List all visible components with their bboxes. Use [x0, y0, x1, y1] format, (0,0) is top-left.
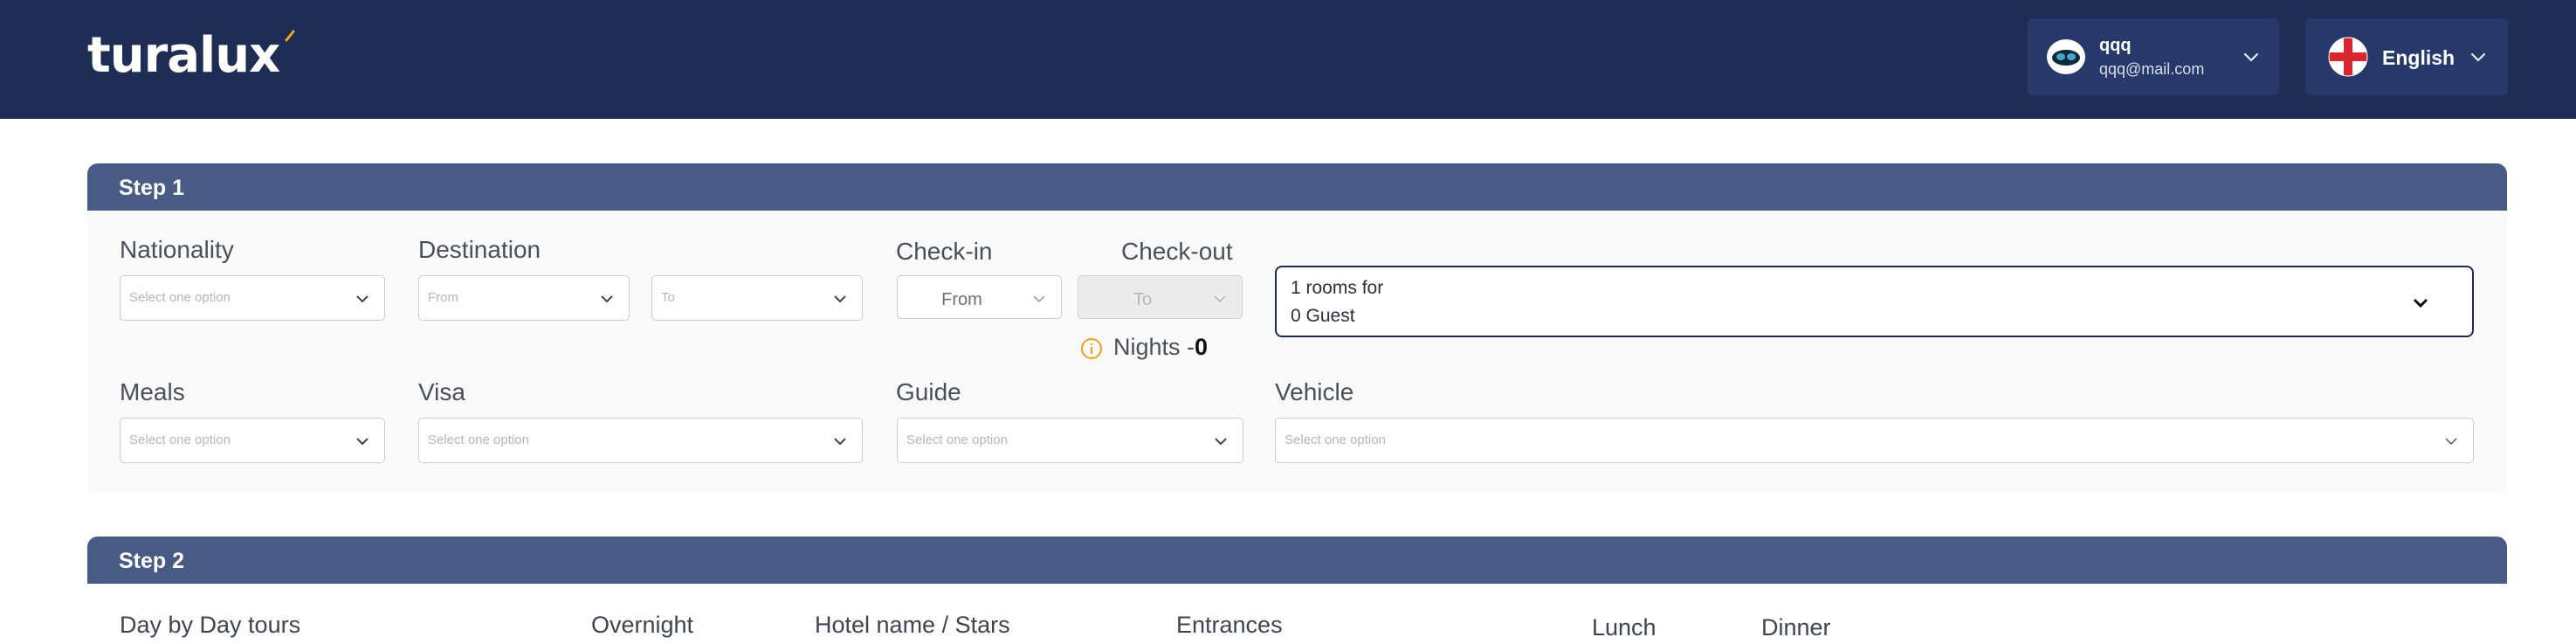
visa-placeholder: Select one option [428, 433, 529, 447]
nationality-placeholder: Select one option [129, 290, 231, 305]
col-day-by-day-tours: Day by Day tours [120, 612, 301, 638]
col-dinner: Dinner [1761, 614, 1831, 641]
chevron-down-icon [356, 295, 368, 303]
nights-value: 0 [1195, 334, 1209, 360]
destination-from-select[interactable]: From [418, 275, 630, 321]
visa-label: Visa [418, 378, 465, 405]
nights-label: Nights - [1113, 334, 1195, 360]
guide-placeholder: Select one option [906, 433, 1008, 447]
nationality-label: Nationality [120, 236, 234, 263]
guests-count: 0 Guest [1291, 306, 1355, 326]
step2-title: Step 2 [119, 549, 185, 573]
destination-from-placeholder: From [428, 290, 458, 305]
chevron-down-icon [601, 295, 613, 303]
guide-select[interactable]: Select one option [897, 418, 1243, 463]
col-overnight: Overnight [591, 612, 694, 638]
meals-select[interactable]: Select one option [120, 418, 385, 463]
guide-label: Guide [896, 378, 961, 405]
step2-header: Step 2 [87, 537, 2507, 584]
chevron-down-icon [2413, 298, 2428, 308]
top-header: turalux qqq qqq@mail.com English [0, 0, 2576, 119]
vehicle-select[interactable]: Select one option [1275, 418, 2474, 463]
chevron-down-icon [2445, 438, 2457, 446]
rooms-guests-selector[interactable]: 1 rooms for 0 Guest [1275, 266, 2474, 337]
checkout-label: Check-out [1121, 238, 1233, 265]
rooms-count: 1 rooms for [1291, 278, 1384, 298]
checkin-label: Check-in [896, 238, 993, 265]
vehicle-placeholder: Select one option [1285, 433, 1386, 447]
checkin-select[interactable]: From [897, 275, 1062, 319]
info-icon [1081, 338, 1102, 359]
col-entrances: Entrances [1176, 612, 1283, 638]
visa-select[interactable]: Select one option [418, 418, 863, 463]
language-selector[interactable]: English [2305, 18, 2508, 95]
col-lunch: Lunch [1592, 614, 1656, 641]
nationality-select[interactable]: Select one option [120, 275, 385, 321]
destination-to-placeholder: To [661, 290, 675, 305]
chevron-down-icon [834, 295, 846, 303]
chevron-down-icon [1033, 295, 1045, 303]
step1-title: Step 1 [119, 176, 185, 200]
destination-to-select[interactable]: To [651, 275, 863, 321]
user-email: qqq@mail.com [2099, 60, 2205, 78]
england-flag-icon [2328, 37, 2368, 77]
user-menu-button[interactable]: qqq qqq@mail.com [2028, 18, 2279, 95]
chevron-down-icon [834, 438, 846, 446]
chevron-down-icon [2471, 53, 2485, 62]
logo-accent-mark [285, 30, 295, 42]
destination-label: Destination [418, 236, 541, 263]
language-label: English [2382, 46, 2455, 69]
user-name: qqq [2099, 36, 2132, 55]
chevron-down-icon [2244, 53, 2258, 62]
avatar-icon [2047, 39, 2085, 74]
meals-label: Meals [120, 378, 185, 405]
checkout-select[interactable]: To [1078, 275, 1243, 319]
meals-placeholder: Select one option [129, 433, 231, 447]
chevron-down-icon [1214, 295, 1226, 303]
chevron-down-icon [356, 438, 368, 446]
turalux-logo[interactable]: turalux [87, 30, 280, 82]
step1-header: Step 1 [87, 163, 2507, 211]
col-hotel-name-stars: Hotel name / Stars [815, 612, 1010, 638]
vehicle-label: Vehicle [1275, 378, 1354, 405]
chevron-down-icon [1215, 438, 1227, 446]
